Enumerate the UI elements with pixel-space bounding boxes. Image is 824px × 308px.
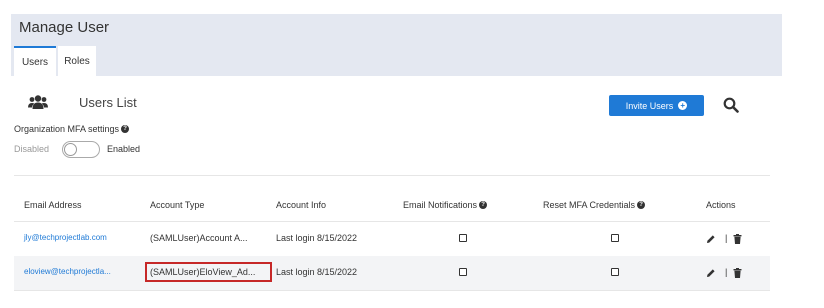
account-type-cell: (SAMLUser)Account A... <box>150 233 248 243</box>
col-header-reset-mfa: Reset MFA Credentials <box>543 200 636 210</box>
col-header-email-notifications-wrap: Email Notifications ? <box>403 200 488 210</box>
reset-mfa-checkbox[interactable] <box>611 234 619 242</box>
email-notifications-checkbox[interactable] <box>459 234 467 242</box>
plus-circle-icon: + <box>678 101 688 110</box>
table-row: jly@techprojectlab.com (SAMLUser)Account… <box>14 222 770 256</box>
account-type-cell: (SAMLUser)EloView_Ad... <box>150 267 256 277</box>
help-icon[interactable]: ? <box>637 201 646 209</box>
mfa-enabled-label: Enabled <box>107 144 141 154</box>
col-header-account-type: Account Type <box>150 200 205 210</box>
account-info-cell: Last login 8/15/2022 <box>276 267 358 277</box>
col-header-account-info: Account Info <box>276 200 327 210</box>
tab-roles[interactable]: Roles <box>58 46 96 76</box>
trash-icon[interactable] <box>733 268 742 278</box>
mfa-settings-label: Organization MFA settings ? <box>14 124 130 134</box>
tab-users[interactable]: Users <box>14 46 56 76</box>
col-header-actions: Actions <box>706 200 736 210</box>
help-icon[interactable]: ? <box>121 125 130 133</box>
col-header-email: Email Address <box>24 200 82 210</box>
email-notifications-checkbox[interactable] <box>459 268 467 276</box>
action-separator: | <box>725 267 728 277</box>
col-header-email-notifications: Email Notifications <box>403 200 478 210</box>
search-icon[interactable] <box>723 97 739 113</box>
mfa-settings-text: Organization MFA settings <box>14 124 120 134</box>
col-header-reset-mfa-wrap: Reset MFA Credentials ? <box>543 200 646 210</box>
mfa-toggle[interactable] <box>62 141 100 158</box>
pencil-icon[interactable] <box>706 234 716 244</box>
invite-users-label: Invite Users <box>625 100 674 111</box>
users-group-icon <box>28 95 48 109</box>
account-info-cell: Last login 8/15/2022 <box>276 233 358 243</box>
email-link[interactable]: jly@techprojectlab.com <box>24 233 107 242</box>
invite-users-button[interactable]: Invite Users + <box>609 95 704 116</box>
pencil-icon[interactable] <box>706 268 716 278</box>
users-list-title: Users List <box>79 95 137 110</box>
mfa-disabled-label: Disabled <box>14 144 50 154</box>
page-title: Manage User <box>19 19 110 36</box>
table-bottom-divider <box>14 290 770 291</box>
help-icon[interactable]: ? <box>479 201 488 209</box>
email-link[interactable]: eloview@techprojectla... <box>24 267 111 276</box>
action-separator: | <box>725 233 728 243</box>
section-divider <box>14 175 770 176</box>
table-row: eloview@techprojectla... (SAMLUser)EloVi… <box>14 256 770 290</box>
header-band <box>11 14 782 76</box>
toggle-knob <box>64 143 77 156</box>
trash-icon[interactable] <box>733 234 742 244</box>
reset-mfa-checkbox[interactable] <box>611 268 619 276</box>
